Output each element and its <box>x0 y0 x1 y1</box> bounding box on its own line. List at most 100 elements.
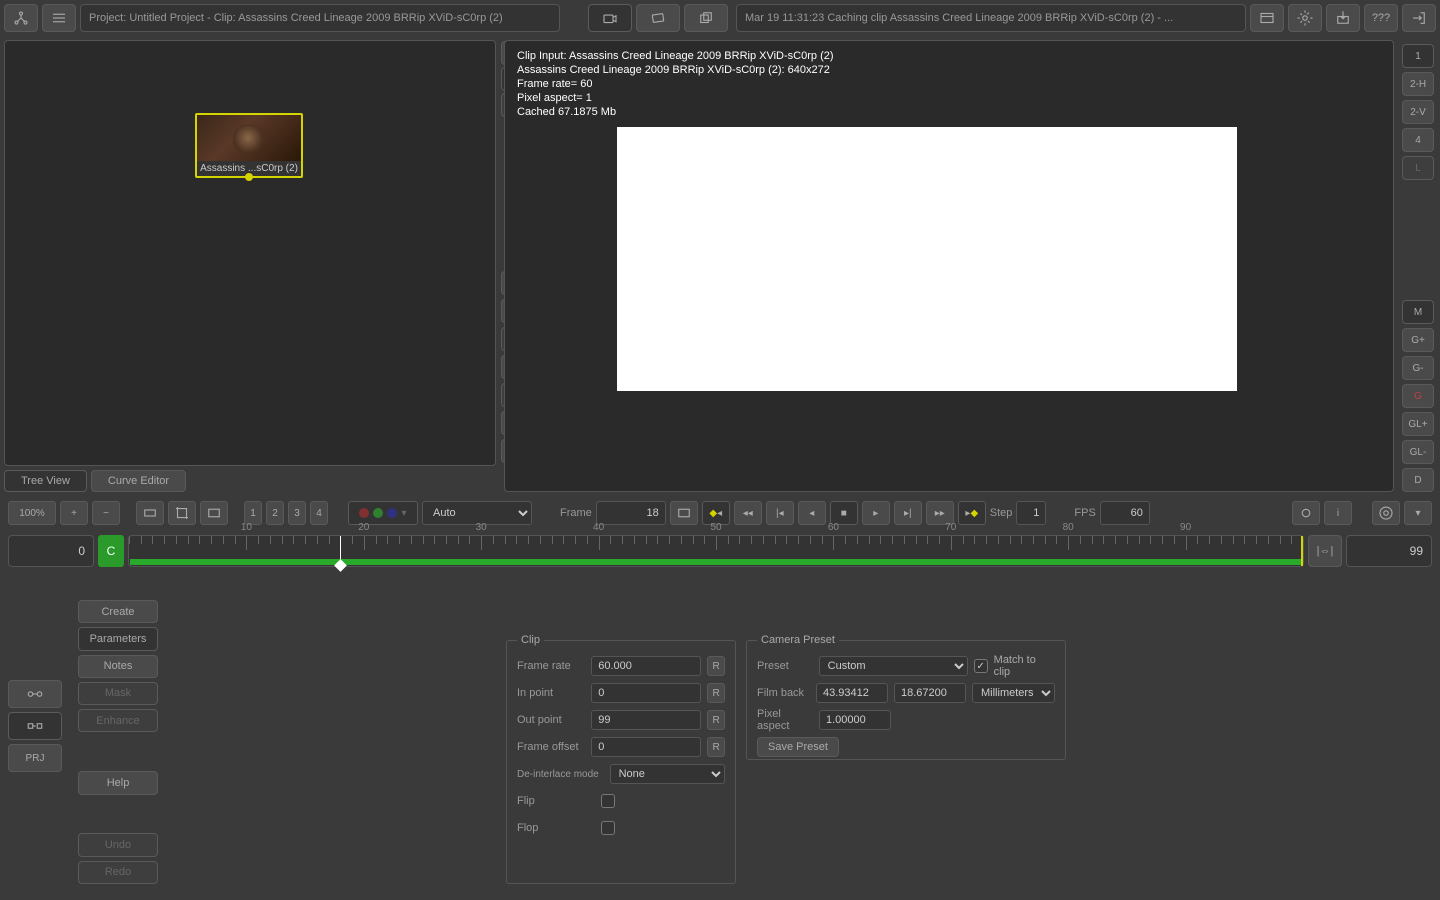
zoom-in-icon[interactable]: + <box>60 501 88 525</box>
mode-project-button[interactable]: PRJ <box>8 744 62 772</box>
gear-icon[interactable] <box>1288 4 1322 32</box>
frame-rate-input[interactable] <box>591 656 701 676</box>
preset-2-button[interactable]: 2 <box>266 501 284 525</box>
frame-input[interactable] <box>596 501 666 525</box>
camera-icon[interactable] <box>588 4 632 32</box>
viewer-info-line: Assassins Creed Lineage 2009 BRRip XViD-… <box>517 63 834 77</box>
tab-tree-view[interactable]: Tree View <box>4 470 87 492</box>
g-button[interactable]: G <box>1402 384 1434 408</box>
layout-2v-button[interactable]: 2-V <box>1402 100 1434 124</box>
timeline-c-button[interactable]: C <box>98 535 124 567</box>
preset-3-button[interactable]: 3 <box>288 501 306 525</box>
display-icon[interactable] <box>670 501 698 525</box>
match-to-clip-checkbox[interactable] <box>974 659 988 673</box>
settings-icon[interactable] <box>1372 501 1400 525</box>
gl-minus-button[interactable]: GL- <box>1402 440 1434 464</box>
help-button[interactable]: ??? <box>1364 4 1398 32</box>
mode-flow-icon[interactable] <box>8 712 62 740</box>
in-point-input[interactable] <box>591 683 701 703</box>
info-icon[interactable]: i <box>1324 501 1352 525</box>
preset-select[interactable]: Custom <box>819 656 968 676</box>
next-frame-icon[interactable]: ▸| <box>894 501 922 525</box>
timeline-fit-icon[interactable]: |⇔| <box>1308 535 1342 567</box>
timeline-end-marker[interactable] <box>1301 536 1303 566</box>
project-title-bar[interactable]: Project: Untitled Project - Clip: Assass… <box>80 4 560 32</box>
files-icon[interactable] <box>684 4 728 32</box>
step-input[interactable] <box>1016 501 1046 525</box>
node-graph-icon[interactable] <box>4 4 38 32</box>
rewind-icon[interactable]: ◂◂ <box>734 501 762 525</box>
step-back-icon[interactable]: ◂ <box>798 501 826 525</box>
dropdown-icon[interactable]: ▾ <box>1404 501 1432 525</box>
deinterlace-select[interactable]: None <box>610 764 725 784</box>
parameters-button[interactable]: Parameters <box>78 627 158 650</box>
node-output-port[interactable] <box>245 173 253 181</box>
exit-icon[interactable] <box>1402 4 1436 32</box>
out-point-reset-button[interactable]: R <box>707 710 725 730</box>
mode-node-icon[interactable] <box>8 680 62 708</box>
screen-icon[interactable] <box>200 501 228 525</box>
preset-label: Preset <box>757 660 813 672</box>
flop-label: Flop <box>517 822 595 834</box>
prev-frame-icon[interactable]: |◂ <box>766 501 794 525</box>
timeline-row: C 102030405060708090 |⇔| <box>0 530 1440 572</box>
d-button[interactable]: D <box>1402 468 1434 492</box>
frame-rate-reset-button[interactable]: R <box>707 656 725 676</box>
mask-button: Mask <box>78 682 158 705</box>
list-view-icon[interactable] <box>42 4 76 32</box>
timeline-start-input[interactable] <box>8 535 94 567</box>
m-button[interactable]: M <box>1402 300 1434 324</box>
record-icon[interactable] <box>1292 501 1320 525</box>
flip-checkbox[interactable] <box>601 794 615 808</box>
timeline-track[interactable]: 102030405060708090 <box>128 535 1304 567</box>
layout-4-button[interactable]: 4 <box>1402 128 1434 152</box>
export-icon[interactable] <box>1326 4 1360 32</box>
frame-offset-reset-button[interactable]: R <box>707 737 725 757</box>
camera-fieldset-title: Camera Preset <box>757 634 839 646</box>
layout-2h-button[interactable]: 2-H <box>1402 72 1434 96</box>
clip-node[interactable]: Assassins ...sC0rp (2) <box>195 113 303 178</box>
tab-curve-editor[interactable]: Curve Editor <box>91 470 186 492</box>
zoom-level[interactable]: 100% <box>8 501 56 525</box>
frame-offset-input[interactable] <box>591 737 701 757</box>
gain-plus-button[interactable]: G+ <box>1402 328 1434 352</box>
timeline-playhead[interactable] <box>340 536 341 566</box>
play-icon[interactable]: ▸ <box>862 501 890 525</box>
fps-label: FPS <box>1074 507 1095 519</box>
layout-1-button[interactable]: 1 <box>1402 44 1434 68</box>
frame-offset-label: Frame offset <box>517 741 585 753</box>
timeline-end-input[interactable] <box>1346 535 1432 567</box>
key-next-icon[interactable]: ▸◆ <box>958 501 986 525</box>
film-back-width-input[interactable] <box>816 683 888 703</box>
panels-icon[interactable] <box>1250 4 1284 32</box>
fit-width-icon[interactable] <box>136 501 164 525</box>
clip-icon[interactable] <box>636 4 680 32</box>
film-back-height-input[interactable] <box>894 683 966 703</box>
main-area: Assassins ...sC0rp (2) P+ P1 P- Cut Cop … <box>0 36 1440 496</box>
viewer-info-line: Clip Input: Assassins Creed Lineage 2009… <box>517 49 834 63</box>
help-button[interactable]: Help <box>78 771 158 794</box>
viewer-info: Clip Input: Assassins Creed Lineage 2009… <box>517 49 834 119</box>
film-back-unit-select[interactable]: Millimeters <box>972 683 1055 703</box>
save-preset-button[interactable]: Save Preset <box>757 737 839 757</box>
viewer-canvas[interactable] <box>617 127 1237 391</box>
in-point-reset-button[interactable]: R <box>707 683 725 703</box>
notes-button[interactable]: Notes <box>78 655 158 678</box>
left-panel: Assassins ...sC0rp (2) P+ P1 P- Cut Cop … <box>0 36 500 496</box>
crop-icon[interactable] <box>168 501 196 525</box>
gl-plus-button[interactable]: GL+ <box>1402 412 1434 436</box>
out-point-input[interactable] <box>591 710 701 730</box>
fps-input[interactable] <box>1100 501 1150 525</box>
viewer-info-line: Cached 67.1875 Mb <box>517 105 834 119</box>
node-graph[interactable]: Assassins ...sC0rp (2) P+ P1 P- Cut Cop … <box>4 40 496 466</box>
flop-checkbox[interactable] <box>601 821 615 835</box>
undo-button: Undo <box>78 833 158 856</box>
red-channel-icon <box>359 508 369 518</box>
create-button[interactable]: Create <box>78 600 158 623</box>
mode-column: PRJ <box>8 580 70 884</box>
gain-minus-button[interactable]: G- <box>1402 356 1434 380</box>
project-title: Project: Untitled Project - Clip: Assass… <box>89 12 503 24</box>
zoom-out-icon[interactable]: − <box>92 501 120 525</box>
preset-4-button[interactable]: 4 <box>310 501 328 525</box>
pixel-aspect-input[interactable] <box>819 710 891 730</box>
